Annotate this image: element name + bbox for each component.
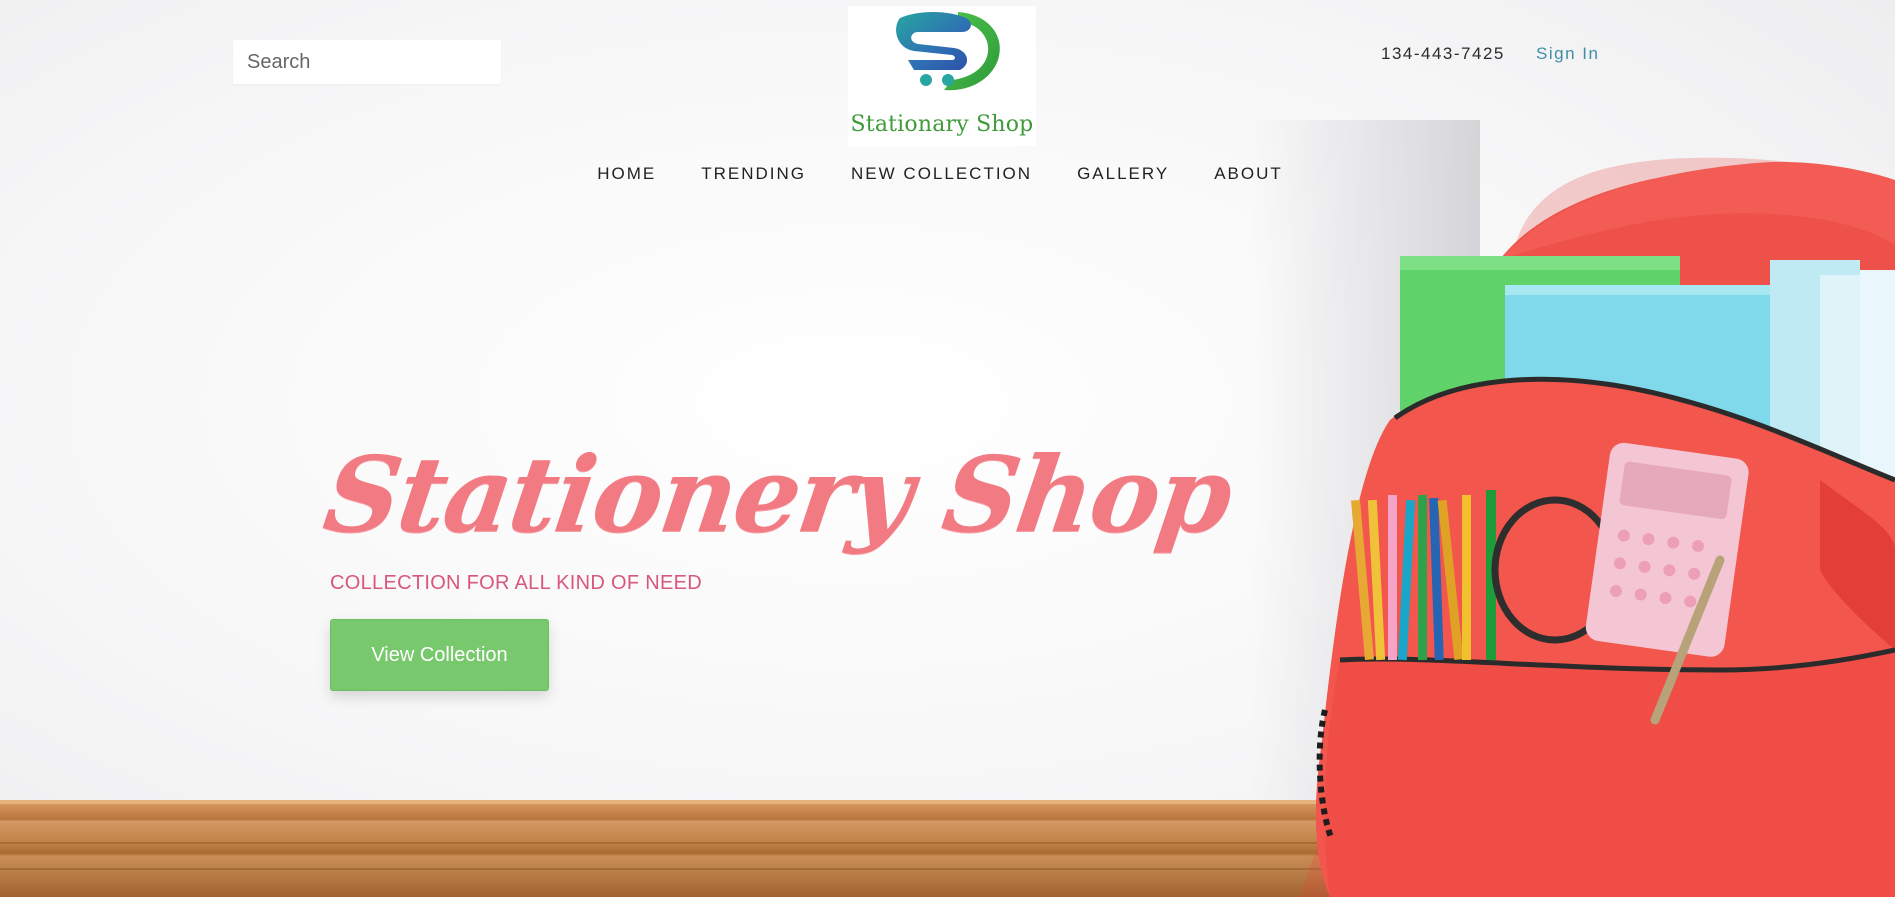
nav-item-new-collection[interactable]: NEW COLLECTION — [851, 164, 1032, 184]
search-box[interactable] — [233, 40, 501, 84]
nav-item-gallery[interactable]: GALLERY — [1077, 164, 1169, 184]
pink-calculator — [1585, 442, 1749, 657]
hero-subtitle: COLLECTION FOR ALL KIND OF NEED — [330, 572, 702, 594]
site-logo[interactable]: Stationary Shop — [848, 6, 1036, 146]
search-input[interactable] — [233, 50, 501, 74]
nav-item-about[interactable]: ABOUT — [1214, 164, 1283, 184]
shopping-cart-s-logo-icon — [896, 12, 1000, 91]
phone-number: 134-443-7425 — [1381, 44, 1505, 63]
logo-text: Stationary Shop — [850, 112, 1034, 137]
nav-item-trending[interactable]: TRENDING — [701, 164, 806, 184]
sign-in-link[interactable]: Sign In — [1536, 44, 1599, 64]
nav-item-home[interactable]: HOME — [597, 164, 656, 184]
backpack-image — [1300, 157, 1895, 897]
view-collection-button[interactable]: View Collection — [330, 619, 549, 691]
hero-title: Stationery Shop — [317, 433, 1239, 556]
main-nav: HOME TRENDING NEW COLLECTION GALLERY ABO… — [0, 164, 1895, 184]
